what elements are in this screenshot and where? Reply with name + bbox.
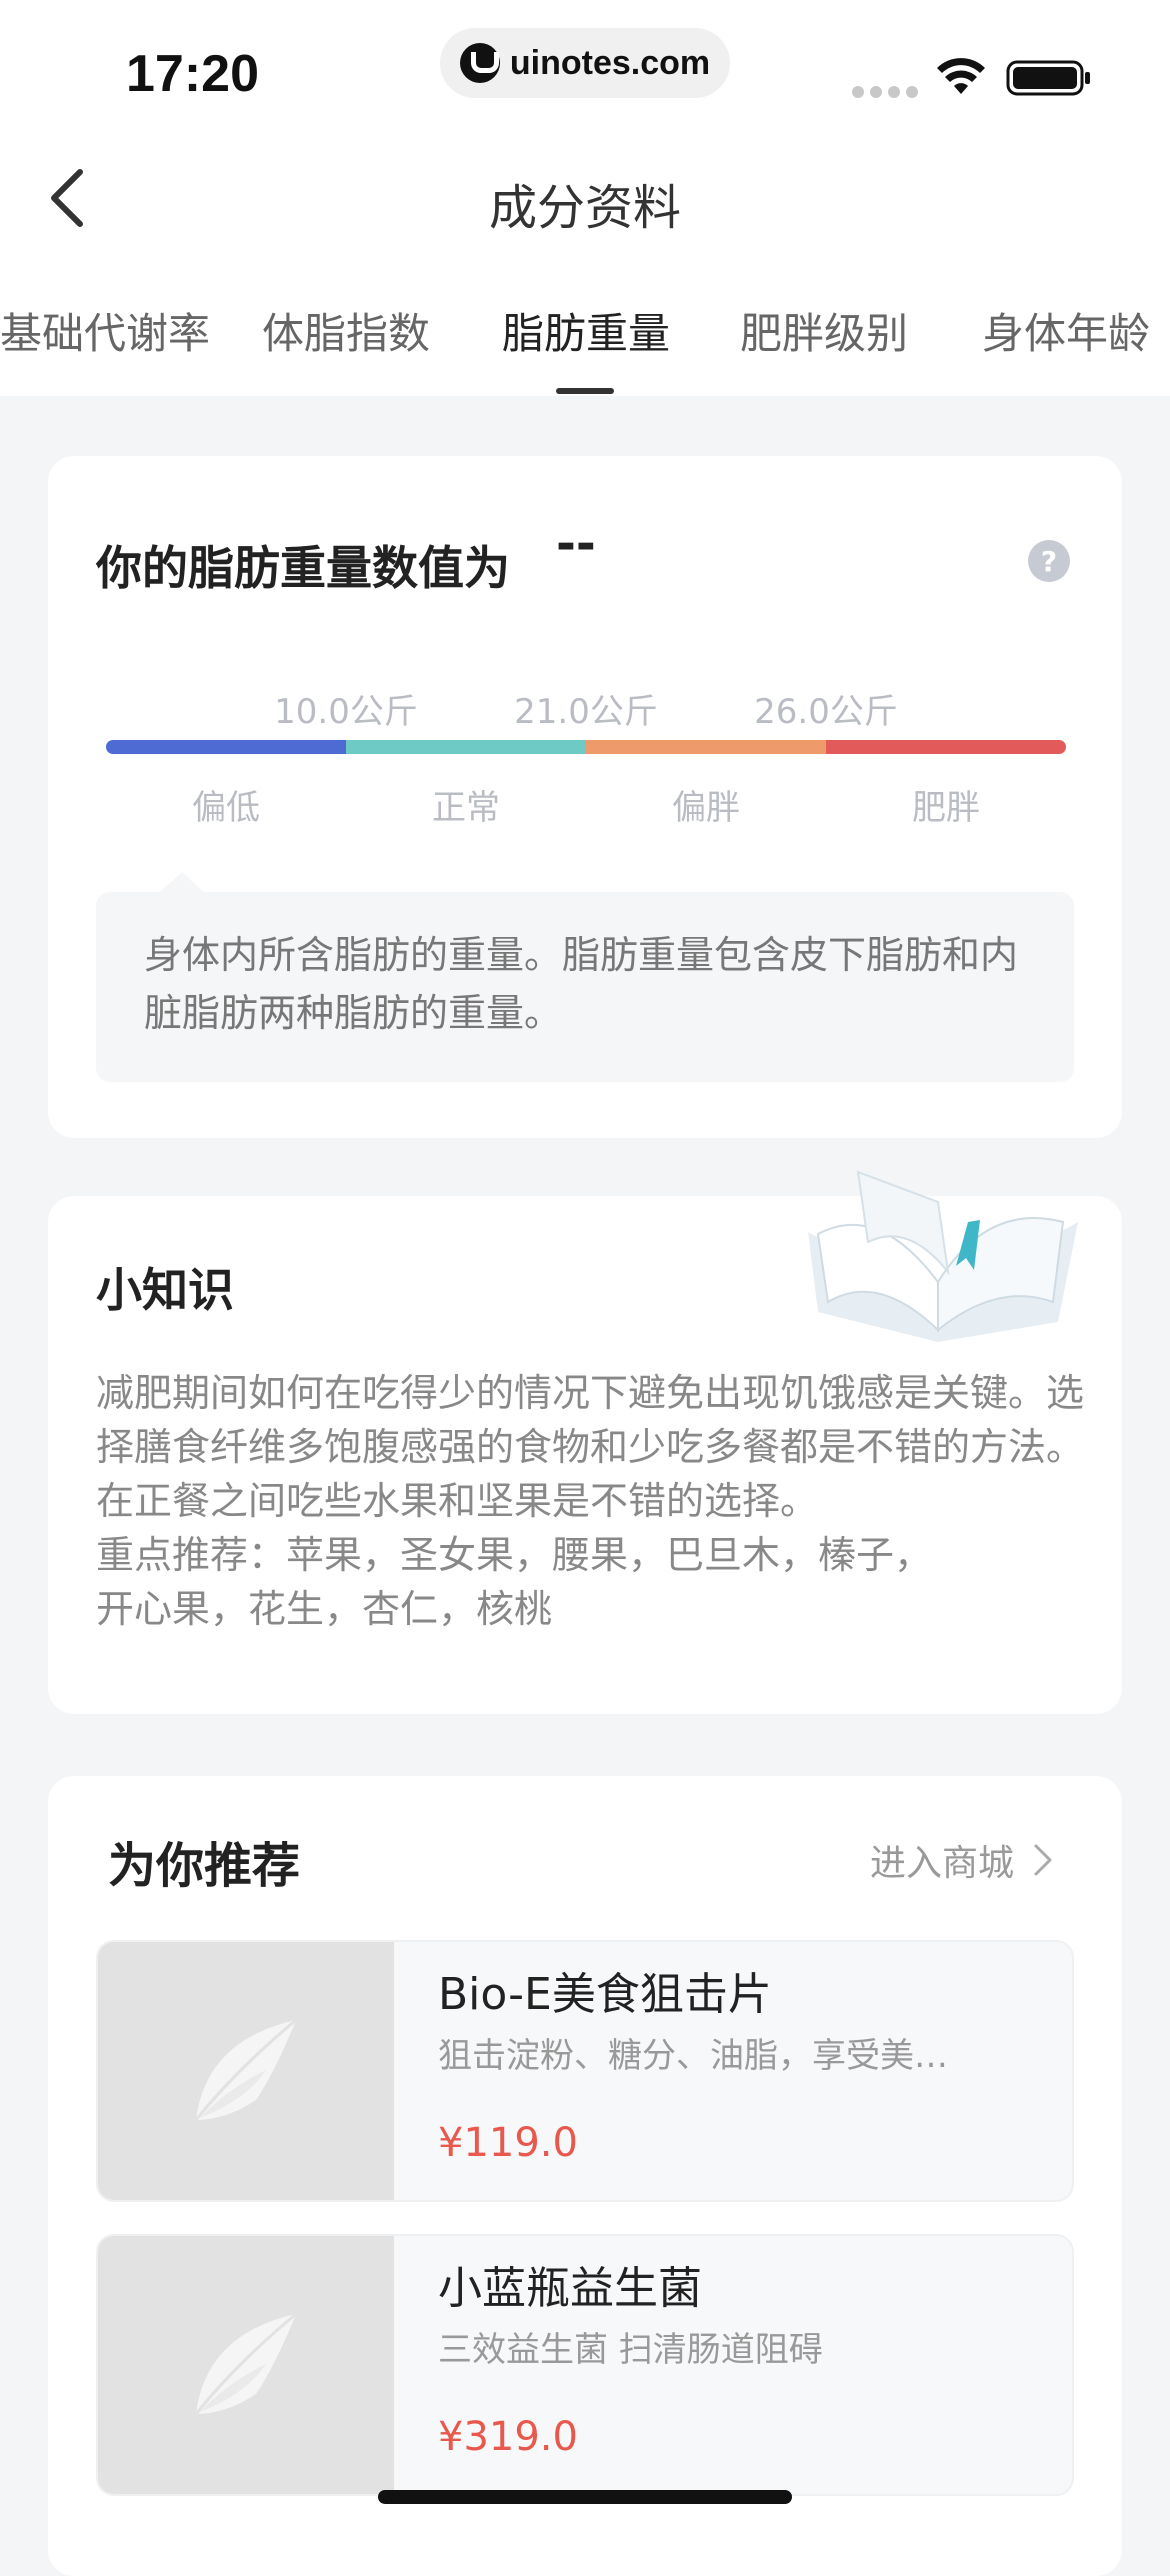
product-name: Bio-E美食狙击片 bbox=[438, 1969, 772, 2020]
fat-weight-description: 身体内所含脂肪的重量。脂肪重量包含皮下脂肪和内脏脂肪两种脂肪的重量。 bbox=[96, 892, 1074, 1082]
range-label-low: 偏低 bbox=[192, 788, 260, 828]
description-pointer bbox=[158, 872, 206, 894]
fat-weight-value: -- bbox=[556, 516, 596, 572]
range-segment-obese bbox=[826, 740, 1066, 754]
range-label-overweight: 偏胖 bbox=[672, 788, 740, 828]
recommend-title: 为你推荐 bbox=[108, 1838, 301, 1894]
url-pill[interactable]: uinotes.com bbox=[440, 28, 730, 98]
tips-text: 减肥期间如何在吃得少的情况下避免出现饥饿感是关键。选择膳食纤维多饱腹感强的食物和… bbox=[96, 1366, 1096, 1636]
range-segment-overweight bbox=[586, 740, 826, 754]
tab-bar: 基础代谢率 体脂指数 脂肪重量 肥胖级别 身体年龄 bbox=[0, 300, 1170, 396]
product-name: 小蓝瓶益生菌 bbox=[438, 2263, 702, 2314]
tab-fat-weight[interactable]: 脂肪重量 bbox=[502, 300, 670, 361]
tab-obesity-level[interactable]: 肥胖级别 bbox=[740, 300, 908, 361]
feather-placeholder-icon bbox=[194, 2312, 297, 2415]
enter-shop-label: 进入商城 bbox=[870, 1843, 1015, 1884]
product-description: 三效益生菌 扫清肠道阻碍 bbox=[438, 2330, 823, 2370]
product-price: ¥319.0 bbox=[438, 2414, 578, 2460]
product-description: 狙击淀粉、糖分、油脂，享受美食无负担 bbox=[438, 2036, 958, 2076]
threshold-label: 21.0公斤 bbox=[514, 692, 658, 732]
cellular-signal-icon bbox=[852, 86, 918, 98]
url-text: uinotes.com bbox=[509, 43, 711, 82]
site-logo-icon bbox=[459, 43, 500, 83]
enter-shop-link[interactable]: 进入商城 bbox=[870, 1834, 1054, 1886]
tips-body: 减肥期间如何在吃得少的情况下避免出现饥饿感是关键。选择膳食纤维多饱腹感强的食物和… bbox=[96, 1371, 1085, 1523]
wifi-icon bbox=[937, 58, 985, 94]
product-card[interactable]: 小蓝瓶益生菌 三效益生菌 扫清肠道阻碍 ¥319.0 bbox=[96, 2234, 1074, 2496]
home-indicator bbox=[378, 2490, 792, 2504]
range-segment-low bbox=[106, 740, 346, 754]
tips-title: 小知识 bbox=[96, 1263, 234, 1317]
threshold-label: 10.0公斤 bbox=[274, 692, 418, 732]
range-label-obese: 肥胖 bbox=[912, 788, 980, 828]
status-time: 17:20 bbox=[126, 45, 259, 103]
fat-range-scale-bar bbox=[106, 740, 1066, 754]
page-title: 成分资料 bbox=[488, 180, 681, 236]
battery-icon bbox=[1006, 60, 1090, 96]
chevron-right-icon bbox=[1034, 1844, 1052, 1876]
tips-recommend-line1: 重点推荐：苹果，圣女果，腰果，巴旦木，榛子， bbox=[96, 1533, 933, 1577]
range-label-normal: 正常 bbox=[432, 788, 500, 828]
range-segment-normal bbox=[346, 740, 586, 754]
tips-card: 小知识 减肥期间如何在吃得少的情况下避免出现饥饿感是关键。选择膳食纤维多饱腹感强… bbox=[48, 1170, 1122, 1714]
open-book-icon bbox=[808, 1170, 1078, 1342]
recommend-card: 为你推荐 进入商城 Bio-E美食狙击片 狙击淀粉、糖分、油脂，享受美食无负担 … bbox=[48, 1776, 1122, 2576]
product-card[interactable]: Bio-E美食狙击片 狙击淀粉、糖分、油脂，享受美食无负担 ¥119.0 bbox=[96, 1940, 1074, 2202]
tab-body-age[interactable]: 身体年龄 bbox=[982, 300, 1150, 361]
help-icon[interactable]: ? bbox=[1028, 540, 1070, 582]
active-tab-indicator bbox=[556, 388, 614, 394]
product-image bbox=[98, 1942, 394, 2200]
tips-recommend-line2: 开心果，花生，杏仁，核桃 bbox=[96, 1587, 553, 1631]
feather-placeholder-icon bbox=[194, 2018, 297, 2121]
product-price: ¥119.0 bbox=[438, 2120, 578, 2166]
threshold-label: 26.0公斤 bbox=[754, 692, 898, 732]
tab-body-fat-index[interactable]: 体脂指数 bbox=[262, 300, 430, 361]
tab-basal-metabolism[interactable]: 基础代谢率 bbox=[0, 300, 210, 361]
product-image bbox=[98, 2236, 394, 2494]
fat-weight-title: 你的脂肪重量数值为 bbox=[96, 541, 510, 595]
fat-weight-card: 你的脂肪重量数值为 -- ? 10.0公斤 21.0公斤 26.0公斤 偏低 正… bbox=[48, 456, 1122, 1138]
